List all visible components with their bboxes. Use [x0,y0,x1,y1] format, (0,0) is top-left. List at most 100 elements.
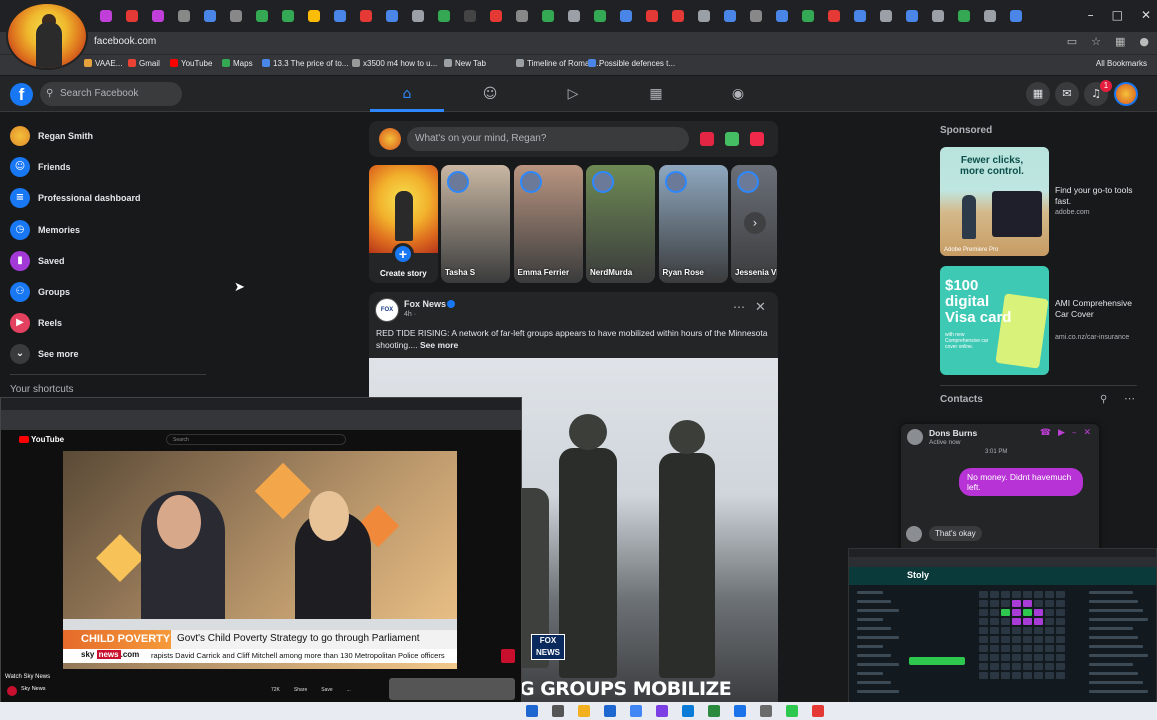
grid-cell[interactable] [990,636,999,643]
browser-tab-favicon-icon[interactable] [724,10,736,22]
bookmark-item[interactable]: Maps [222,59,253,68]
recommended-thumbnail[interactable] [389,678,515,700]
more-options-icon[interactable]: ⋯ [1124,392,1135,405]
grid-cell[interactable] [1012,663,1021,670]
grid-cell[interactable] [1034,609,1043,616]
post-author-avatar[interactable]: FOX [375,298,399,322]
browser-tab-favicon-icon[interactable] [776,10,788,22]
more-options-icon[interactable]: ⋯ [733,300,745,314]
taskbar-app-icon[interactable] [630,705,642,717]
mini-action-button[interactable] [909,657,965,665]
grid-cell[interactable] [1001,672,1010,679]
ad-title[interactable]: AMI Comprehensive Car Cover [1055,298,1147,320]
grid-cell[interactable] [1023,654,1032,661]
grid-cell[interactable] [1045,627,1054,634]
grid-cell[interactable] [1012,627,1021,634]
grid-cell[interactable] [1001,609,1010,616]
menu-grid-icon[interactable]: ▦ [1026,82,1050,106]
grid-cell[interactable] [1012,636,1021,643]
browser-tab-favicon-icon[interactable] [516,10,528,22]
grid-cell[interactable] [979,636,988,643]
bookmark-item[interactable]: Possible defences t... [588,59,675,68]
live-video-icon[interactable] [700,132,714,146]
grid-cell[interactable] [1034,672,1043,679]
grid-cell[interactable] [1001,627,1010,634]
grid-cell[interactable] [990,618,999,625]
more-button[interactable]: ... [347,687,351,693]
grid-cell[interactable] [1045,663,1054,670]
grid-cell[interactable] [1034,654,1043,661]
grid-cell[interactable] [1012,654,1021,661]
bookmark-item[interactable]: x3500 m4 how to u... [352,59,437,68]
create-story-card[interactable]: + Create story [369,165,438,283]
browser-tab-favicon-icon[interactable] [204,10,216,22]
youtube-search-input[interactable]: Search [166,434,346,445]
grid-cell[interactable] [979,645,988,652]
grid-cell[interactable] [1023,645,1032,652]
plus-icon[interactable]: + [392,243,414,265]
grid-cell[interactable] [1056,645,1065,652]
grid-cell[interactable] [1034,618,1043,625]
post-timestamp[interactable]: 4h · [404,311,416,318]
sidebar-item-memories[interactable]: ◷ Memories [10,219,80,241]
chat-contact-name[interactable]: Dons Burns [929,428,977,438]
marketplace-nav-icon[interactable]: ▦ [646,84,666,104]
messenger-icon[interactable]: ✉ [1055,82,1079,106]
grid-cell[interactable] [1001,663,1010,670]
home-icon[interactable]: ⌂ [397,84,417,104]
taskbar-app-icon[interactable] [734,705,746,717]
grid-cell[interactable] [990,600,999,607]
browser-tab-favicon-icon[interactable] [386,10,398,22]
story-card[interactable]: Emma Ferrier [513,165,583,283]
grid-cell[interactable] [979,609,988,616]
grid-cell[interactable] [979,672,988,679]
channel-avatar[interactable] [7,686,17,696]
post-author-name[interactable]: Fox News [404,299,446,309]
grid-cell[interactable] [1045,636,1054,643]
sidebar-item-see-more[interactable]: ⌄ See more [10,343,79,365]
browser-tab-favicon-icon[interactable] [932,10,944,22]
browser-tab-favicon-icon[interactable] [412,10,424,22]
profile-icon[interactable]: ● [1139,35,1149,48]
grid-cell[interactable] [1045,609,1054,616]
browser-tab-favicon-icon[interactable] [958,10,970,22]
address-bar[interactable]: facebook.com ▭ ☆ ▦ ● [0,32,1157,54]
sidebar-item-reels[interactable]: ▶ Reels [10,312,62,334]
grid-cell[interactable] [1001,591,1010,598]
chevron-right-icon[interactable]: › [744,212,766,234]
phone-icon[interactable]: ☎ [1040,428,1051,438]
browser-tab-favicon-icon[interactable] [880,10,892,22]
grid-cell[interactable] [1056,591,1065,598]
story-card[interactable]: Tasha S [441,165,510,283]
grid-cell[interactable] [1056,609,1065,616]
youtube-logo[interactable]: YouTube [19,435,64,444]
grid-cell[interactable] [990,591,999,598]
grid-cell[interactable] [1023,600,1032,607]
grid-cell[interactable] [1056,636,1065,643]
channel-name[interactable]: Sky News [21,686,45,692]
grid-cell[interactable] [990,645,999,652]
account-avatar[interactable] [1114,82,1138,106]
grid-cell[interactable] [1034,645,1043,652]
taskbar-app-icon[interactable] [578,705,590,717]
url-text[interactable]: facebook.com [94,36,156,47]
taskbar-app-icon[interactable] [682,705,694,717]
grid-cell[interactable] [1056,654,1065,661]
composer-input[interactable]: What's on your mind, Regan? [407,127,689,151]
grid-cell[interactable] [1056,672,1065,679]
grid-cell[interactable] [1012,609,1021,616]
grid-cell[interactable] [1045,618,1054,625]
bookmark-item[interactable]: YouTube [170,59,212,68]
taskbar-app-icon[interactable] [812,705,824,717]
grid-cell[interactable] [1012,600,1021,607]
mini-app-window[interactable]: Stoly [848,548,1157,713]
sidebar-item-groups[interactable]: ⚇ Groups [10,281,70,303]
grid-cell[interactable] [1045,600,1054,607]
ad-image-adobe[interactable]: Fewer clicks, more control. Adobe Premie… [940,147,1049,256]
grid-cell[interactable] [1023,663,1032,670]
browser-tab-favicon-icon[interactable] [126,10,138,22]
story-card[interactable]: NerdMurda [586,165,655,283]
grid-cell[interactable] [1023,627,1032,634]
ad-title[interactable]: Find your go-to tools fast. [1055,185,1147,207]
browser-tab-favicon-icon[interactable] [802,10,814,22]
